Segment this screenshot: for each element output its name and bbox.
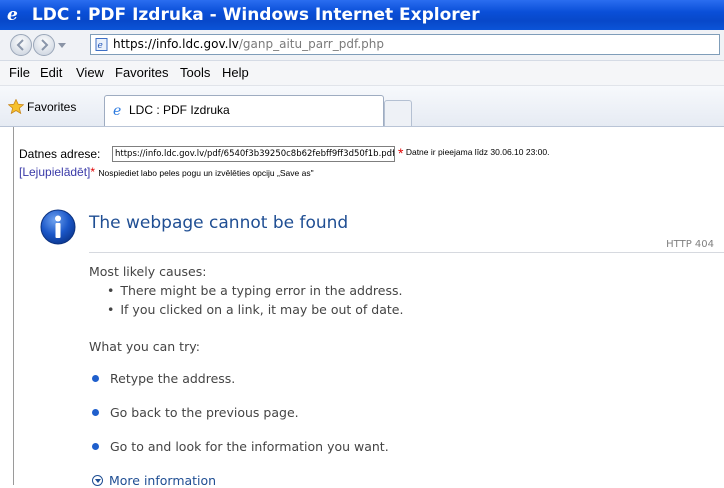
causes-heading: Most likely causes:: [89, 264, 207, 279]
more-information-label: More information: [109, 473, 217, 488]
cause-item: • There might be a typing error in the ad…: [107, 283, 403, 298]
bullet-icon: [92, 375, 99, 382]
svg-text:e: e: [7, 5, 18, 23]
menu-favorites[interactable]: Favorites: [115, 61, 168, 85]
error-title: The webpage cannot be found: [89, 213, 349, 233]
download-hint: Nospiediet labo peles pogu un izvēlēties…: [98, 168, 314, 178]
favorites-bar: Favorites e LDC : PDF Izdruka: [0, 86, 724, 127]
bullet-icon: [92, 443, 99, 450]
cause-text: There might be a typing error in the add…: [120, 283, 403, 298]
new-tab-button[interactable]: [384, 100, 412, 126]
try-text: Retype the address.: [110, 371, 236, 386]
browser-tab[interactable]: e LDC : PDF Izdruka: [104, 95, 384, 126]
download-star: *: [90, 165, 96, 179]
navigation-bar: e https://info.ldc.gov.lv/ganp_aitu_parr…: [0, 30, 724, 61]
svg-text:e: e: [98, 41, 103, 51]
menu-help[interactable]: Help: [222, 61, 249, 85]
try-item: Go back to the previous page.: [92, 405, 299, 420]
try-text: Go to and look for the information you w…: [110, 439, 389, 454]
favorites-button[interactable]: Favorites: [7, 98, 77, 115]
window-titlebar: e LDC : PDF Izdruka - Windows Internet E…: [0, 0, 724, 30]
menu-edit[interactable]: Edit: [40, 61, 62, 85]
cause-item: • If you clicked on a link, it may be out…: [107, 302, 404, 317]
content-border: [13, 127, 14, 485]
error-code: HTTP 404: [666, 239, 714, 250]
forward-arrow-icon: [41, 39, 49, 51]
try-item: Retype the address.: [92, 371, 235, 386]
address-label: Datnes adrese:: [19, 147, 101, 161]
recent-pages-dropdown[interactable]: [58, 43, 66, 48]
cause-text: If you clicked on a link, it may be out …: [120, 302, 404, 317]
file-url-field[interactable]: https://info.ldc.gov.lv/pdf/6540f3b39250…: [112, 146, 395, 162]
address-url-host: https://info.ldc.gov.lv: [113, 37, 239, 51]
try-item: Go to and look for the information you w…: [92, 439, 389, 454]
menu-tools[interactable]: Tools: [180, 61, 210, 85]
bullet-icon: [92, 409, 99, 416]
error-divider: [89, 252, 724, 253]
try-heading: What you can try:: [89, 339, 200, 354]
back-button[interactable]: [10, 34, 32, 56]
window-title: LDC : PDF Izdruka - Windows Internet Exp…: [31, 5, 480, 25]
menu-view[interactable]: View: [76, 61, 104, 85]
tab-title: LDC : PDF Izdruka: [129, 103, 230, 117]
menu-file[interactable]: File: [9, 61, 30, 85]
required-star: *: [398, 145, 404, 161]
favorites-star-icon: [7, 98, 25, 115]
address-bar[interactable]: e https://info.ldc.gov.lv/ganp_aitu_parr…: [90, 34, 720, 55]
forward-button[interactable]: [33, 34, 55, 56]
address-url-path: /ganp_aitu_parr_pdf.php: [238, 37, 384, 51]
page-icon: e: [95, 38, 108, 51]
page-content: Datnes adrese: https://info.ldc.gov.lv/p…: [0, 127, 724, 488]
favorites-label: Favorites: [27, 100, 77, 114]
svg-text:e: e: [113, 103, 121, 117]
expand-chevron-icon: [92, 475, 103, 486]
menu-bar: File Edit View Favorites Tools Help: [0, 61, 724, 86]
ie-tab-icon: e: [113, 103, 121, 119]
info-icon: [40, 209, 76, 245]
availability-note: * Datne ir pieejama līdz 30.06.10 23:00.: [398, 145, 549, 161]
back-arrow-icon: [16, 39, 24, 51]
download-row: [Lejupielādēt]* Nospiediet labo peles po…: [19, 165, 314, 179]
ie-logo-icon: e: [7, 5, 18, 23]
availability-text: Datne ir pieejama līdz 30.06.10 23:00.: [405, 147, 550, 157]
more-information-link[interactable]: More information: [92, 473, 216, 488]
try-text: Go back to the previous page.: [110, 405, 299, 420]
download-link[interactable]: [Lejupielādēt]: [19, 165, 90, 179]
